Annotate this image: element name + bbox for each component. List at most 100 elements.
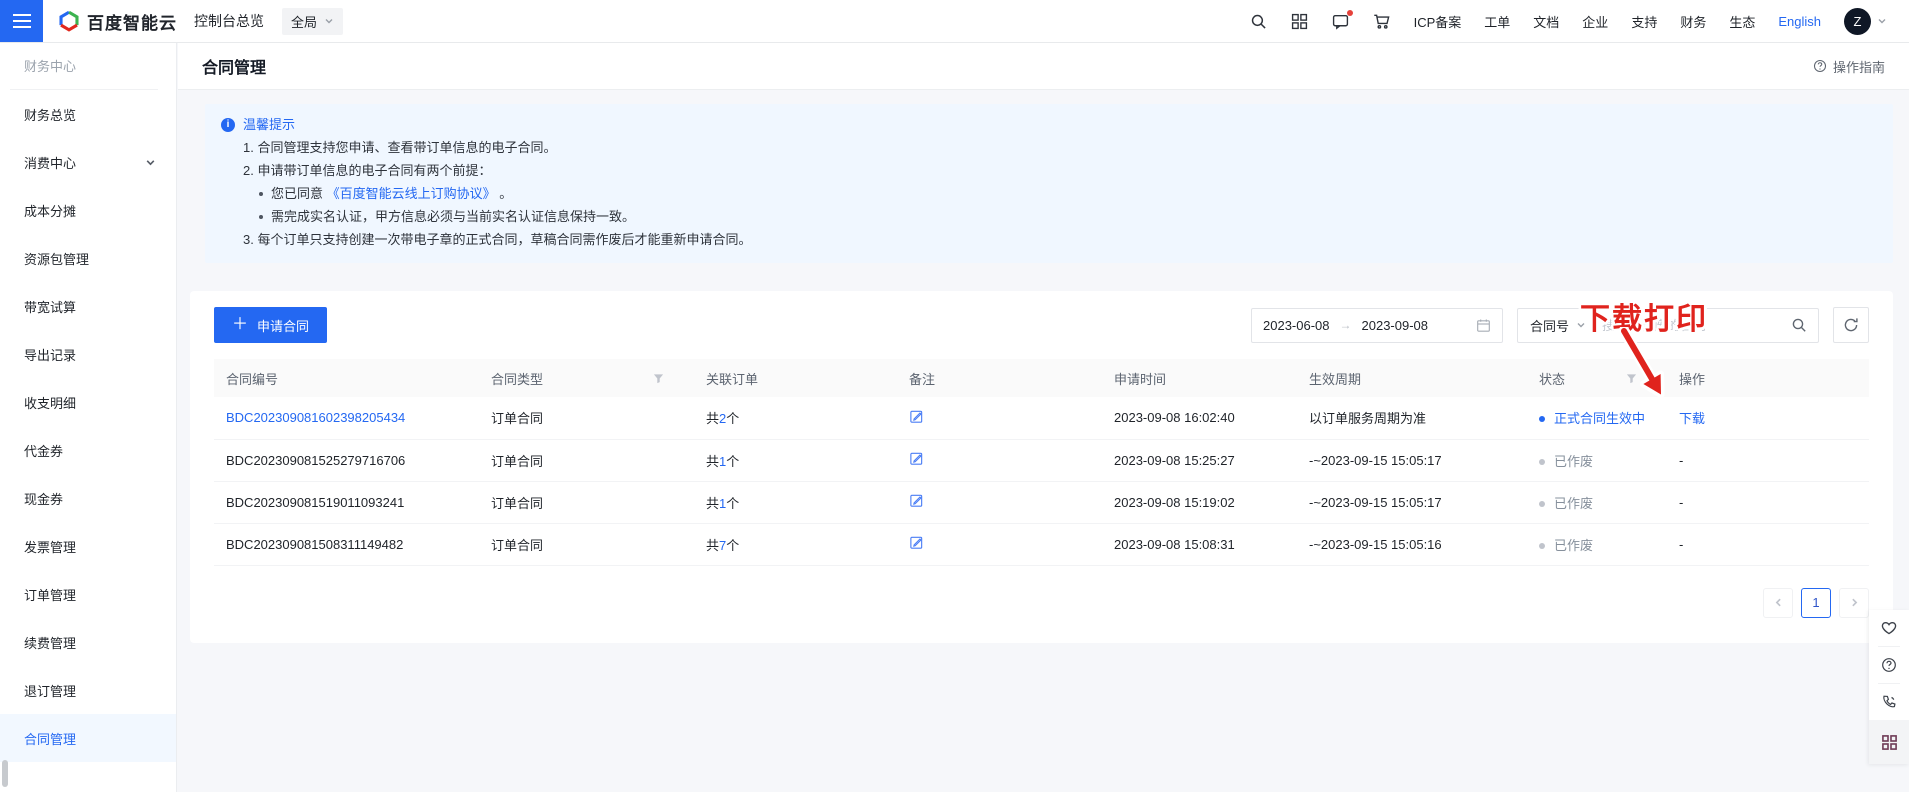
pagination: 1 (214, 588, 1869, 618)
column-header-related-orders: 关联订单 (694, 359, 897, 397)
sidebar-item-finance-overview[interactable]: 财务总览 (0, 90, 176, 138)
status-dot (1539, 543, 1545, 549)
nav-link-tickets[interactable]: 工单 (1484, 12, 1510, 31)
sidebar-item-cost-allocation[interactable]: 成本分摊 (0, 186, 176, 234)
favorite-heart-icon[interactable] (1869, 610, 1909, 646)
help-circle-icon (1813, 59, 1827, 73)
sidebar-item-export-records[interactable]: 导出记录 (0, 330, 176, 378)
nav-link-ecosystem[interactable]: 生态 (1729, 12, 1755, 31)
sidebar-item-order-mgmt[interactable]: 订单管理 (0, 570, 176, 618)
column-header-actions: 操作 (1667, 359, 1869, 397)
apps-grid-icon[interactable] (1291, 12, 1309, 30)
chevron-left-icon (1773, 597, 1784, 608)
qr-grid-icon[interactable] (1869, 720, 1909, 764)
column-header-effective-period: 生效周期 (1297, 359, 1527, 397)
help-circle-icon[interactable] (1869, 647, 1909, 683)
pagination-page-1[interactable]: 1 (1801, 588, 1831, 618)
topbar: 百度智能云 控制台总览 全局 ICP备案 工单 文档 企业 支 (0, 0, 1909, 43)
apply-time: 2023-09-08 15:19:02 (1114, 495, 1235, 510)
console-screen: 百度智能云 控制台总览 全局 ICP备案 工单 文档 企业 支 (0, 0, 1909, 792)
effective-period: -~2023-09-15 15:05:17 (1309, 495, 1442, 510)
operation-guide-link[interactable]: 操作指南 (1813, 57, 1885, 76)
date-end-value[interactable]: 2023-09-08 (1362, 318, 1429, 333)
date-range-arrow-icon: → (1340, 318, 1352, 332)
sidebar-item-resource-packages[interactable]: 资源包管理 (0, 234, 176, 282)
chevron-down-icon (1877, 16, 1887, 26)
effective-period: 以订单服务周期为准 (1309, 411, 1426, 426)
toolbar-filters: 2023-06-08 → 2023-09-08 合同号 (1251, 307, 1869, 343)
apply-time: 2023-09-08 15:08:31 (1114, 537, 1235, 552)
status-dot (1539, 416, 1545, 422)
download-link[interactable]: 下载 (1679, 411, 1705, 426)
purchase-agreement-link[interactable]: 《百度智能云线上订购协议》 (327, 182, 496, 205)
sidebar-item-renewal-mgmt[interactable]: 续费管理 (0, 618, 176, 666)
notice-bullet-2: 需完成实名认证，甲方信息必须与当前实名认证信息保持一致。 (221, 205, 1877, 228)
plus-icon: ＋ (232, 317, 248, 333)
sidebar-item-bandwidth-calc[interactable]: 带宽试算 (0, 282, 176, 330)
cart-icon[interactable] (1373, 12, 1391, 30)
bullet-dot (259, 215, 263, 219)
topbar-right: ICP备案 工单 文档 企业 支持 财务 生态 English Z (1250, 8, 1909, 35)
phone-icon[interactable] (1869, 684, 1909, 720)
account-menu[interactable]: Z (1844, 8, 1887, 35)
sidebar-item-cash-coupons[interactable]: 现金券 (0, 474, 176, 522)
sidebar-item-consumption-center[interactable]: 消费中心 (0, 138, 176, 186)
contract-id-link[interactable]: BDC202309081602398205434 (226, 410, 405, 425)
refresh-button[interactable] (1833, 307, 1869, 343)
table-row: BDC202309081508311149482 订单合同 共7个 2023-0… (214, 523, 1869, 565)
sidebar-item-unsubscribe-mgmt[interactable]: 退订管理 (0, 666, 176, 714)
menu-hamburger-icon[interactable] (0, 0, 43, 42)
sidebar-section-title: 财务中心 (0, 43, 176, 89)
console-overview-link[interactable]: 控制台总览 (194, 11, 264, 31)
scrollbar-thumb[interactable] (2, 760, 8, 787)
contract-type: 订单合同 (491, 496, 543, 511)
sidebar-item-contract-mgmt[interactable]: 合同管理 (0, 714, 176, 762)
sidebar-item-invoice-mgmt[interactable]: 发票管理 (0, 522, 176, 570)
chevron-right-icon (1849, 597, 1860, 608)
brand-logo[interactable]: 百度智能云 (58, 9, 177, 34)
pagination-next-button[interactable] (1839, 588, 1869, 618)
notice-bullet-1: 您已同意 《百度智能云线上订购协议》 。 (221, 182, 1877, 205)
search-submit-button[interactable] (1780, 309, 1818, 342)
status-badge: 已作废 (1554, 454, 1593, 469)
page-title: 合同管理 (202, 54, 266, 78)
edit-note-icon[interactable] (909, 451, 924, 466)
filter-funnel-icon[interactable] (653, 373, 664, 384)
column-header-contract-type: 合同类型 (479, 359, 694, 397)
nav-link-icp[interactable]: ICP备案 (1414, 12, 1462, 31)
contract-id: BDC202309081519011093241 (226, 495, 404, 510)
sidebar-item-income-expense[interactable]: 收支明细 (0, 378, 176, 426)
nav-link-enterprise[interactable]: 企业 (1582, 12, 1608, 31)
pagination-prev-button[interactable] (1763, 588, 1793, 618)
region-selector[interactable]: 全局 (282, 8, 343, 35)
notice-line-2: 2. 申请带订单信息的电子合同有两个前提： (221, 159, 1877, 182)
logo-hexagon-icon (58, 10, 80, 32)
nav-link-support[interactable]: 支持 (1631, 12, 1657, 31)
column-header-note: 备注 (897, 359, 1102, 397)
status-dot (1539, 501, 1545, 507)
edit-note-icon[interactable] (909, 493, 924, 508)
effective-period: -~2023-09-15 15:05:17 (1309, 453, 1442, 468)
message-icon[interactable] (1332, 12, 1350, 30)
sidebar: 财务中心 财务总览 消费中心 成本分摊 资源包管理 带宽试算 导出记录 收支明细… (0, 43, 177, 792)
action-placeholder: - (1679, 453, 1683, 468)
contract-id: BDC202309081508311149482 (226, 537, 403, 552)
edit-note-icon[interactable] (909, 535, 924, 550)
language-switch[interactable]: English (1778, 14, 1821, 29)
apply-contract-button[interactable]: ＋ 申请合同 (214, 307, 327, 343)
status-badge: 正式合同生效中 (1554, 411, 1645, 426)
date-range-picker[interactable]: 2023-06-08 → 2023-09-08 (1251, 308, 1503, 343)
nav-link-finance[interactable]: 财务 (1680, 12, 1706, 31)
sidebar-item-vouchers[interactable]: 代金券 (0, 426, 176, 474)
avatar[interactable]: Z (1844, 8, 1871, 35)
edit-note-icon[interactable] (909, 409, 924, 424)
date-start-value[interactable]: 2023-06-08 (1263, 318, 1330, 333)
effective-period: -~2023-09-15 15:05:16 (1309, 537, 1442, 552)
table-row: BDC202309081519011093241 订单合同 共1个 2023-0… (214, 481, 1869, 523)
search-icon[interactable] (1250, 12, 1268, 30)
chevron-down-icon (145, 157, 156, 168)
nav-link-docs[interactable]: 文档 (1533, 12, 1559, 31)
main-content: 合同管理 操作指南 i 温馨提示 1. 合同管理支持您申请、查看带订单信息的电子… (178, 43, 1909, 792)
chevron-down-icon (324, 16, 334, 26)
status-dot (1539, 459, 1545, 465)
